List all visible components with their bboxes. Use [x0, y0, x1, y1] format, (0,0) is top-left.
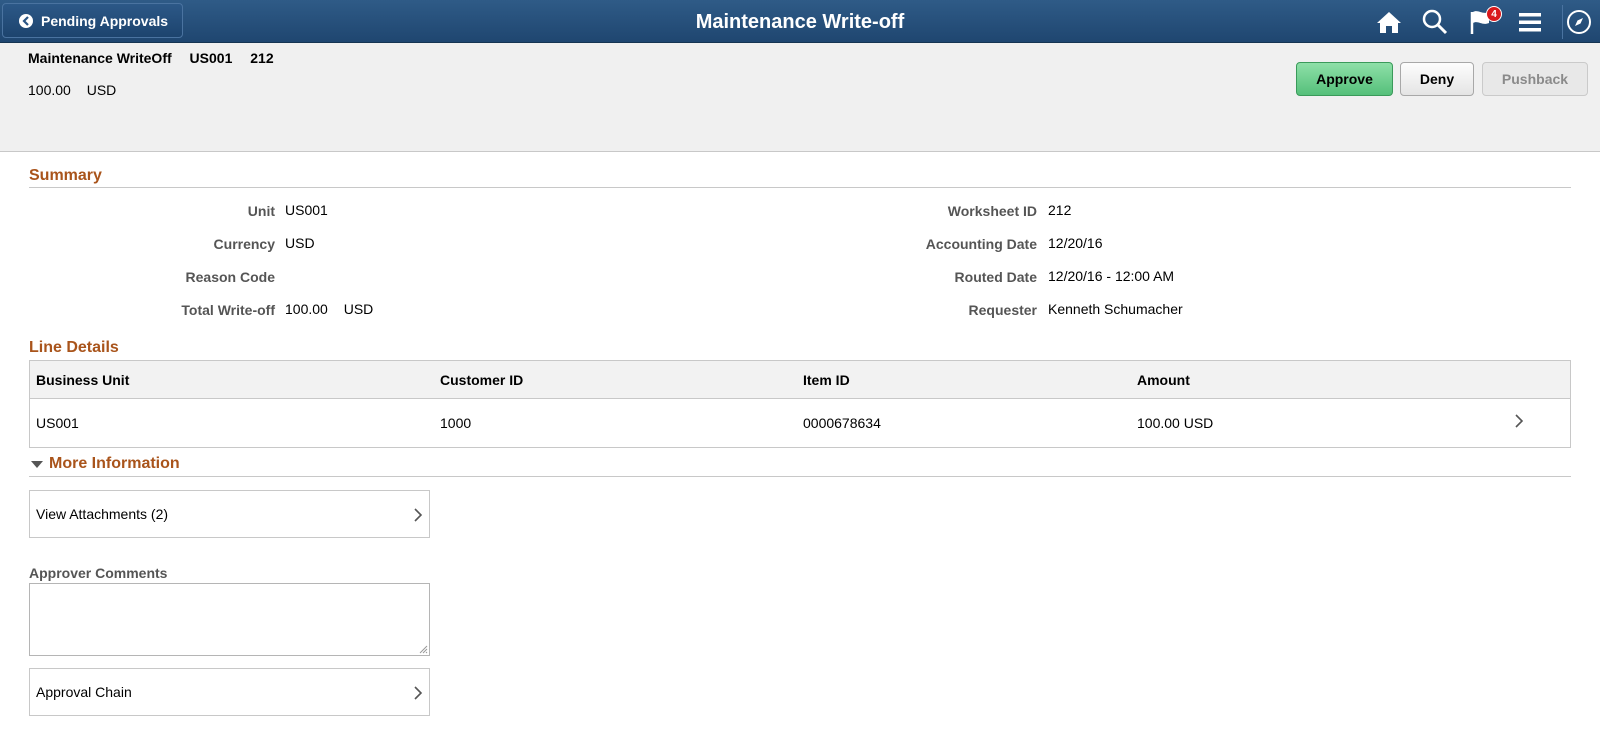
- summary-divider: [29, 187, 1571, 188]
- column-item-id: Item ID: [803, 372, 850, 388]
- column-amount: Amount: [1137, 372, 1190, 388]
- view-attachments-link[interactable]: View Attachments (2): [29, 490, 430, 538]
- total-writeoff-amount: 100.00: [285, 301, 328, 317]
- menu-icon[interactable]: [1516, 8, 1544, 36]
- page-title: Maintenance Write-off: [695, 11, 905, 33]
- view-attachments-label: View Attachments (2): [36, 506, 169, 522]
- cell-customer-id: 1000: [440, 415, 472, 431]
- document-amount: 100.00 USD: [28, 82, 128, 98]
- unit-value: US001: [285, 202, 328, 218]
- routed-date-label: Routed Date: [954, 269, 1037, 285]
- approver-comments-label: Approver Comments: [29, 565, 168, 581]
- search-icon[interactable]: [1420, 8, 1450, 36]
- total-writeoff-value: 100.00 USD: [285, 301, 385, 317]
- document-worksheet: 212: [250, 50, 274, 66]
- amount-currency: USD: [86, 82, 117, 98]
- document-unit: US001: [189, 50, 233, 66]
- deny-button[interactable]: Deny: [1400, 62, 1474, 96]
- approval-header-panel: Maintenance WriteOff US001 212 100.00 US…: [0, 43, 1600, 152]
- currency-label: Currency: [213, 236, 275, 252]
- cell-amount: 100.00 USD: [1137, 415, 1214, 431]
- back-button-label: Pending Approvals: [41, 12, 169, 29]
- approval-chain-label: Approval Chain: [36, 684, 132, 700]
- document-type: Maintenance WriteOff: [28, 50, 172, 66]
- notification-count-badge: 4: [1486, 6, 1502, 22]
- notifications-flag-icon[interactable]: 4: [1466, 6, 1502, 36]
- reason-code-label: Reason Code: [185, 269, 275, 285]
- more-info-divider: [29, 476, 1571, 477]
- back-pending-approvals-button[interactable]: Pending Approvals: [2, 3, 183, 38]
- accounting-date-value: 12/20/16: [1048, 235, 1103, 251]
- back-arrow-icon: [19, 13, 33, 28]
- triangle-down-icon: [31, 460, 43, 468]
- pushback-button[interactable]: Pushback: [1482, 62, 1588, 96]
- home-icon[interactable]: [1374, 8, 1404, 36]
- worksheet-id-label: Worksheet ID: [947, 203, 1037, 219]
- total-writeoff-label: Total Write-off: [181, 302, 275, 318]
- column-customer-id: Customer ID: [440, 372, 524, 388]
- worksheet-id-value: 212: [1048, 202, 1072, 218]
- chevron-right-icon: [413, 507, 423, 526]
- resize-grip-icon[interactable]: [419, 645, 428, 654]
- document-title: Maintenance WriteOff US001 212: [28, 50, 288, 66]
- unit-label: Unit: [247, 203, 275, 219]
- more-information-heading: More Information: [49, 455, 180, 472]
- routed-date-value: 12/20/16 - 12:00 AM: [1048, 268, 1175, 284]
- currency-value: USD: [285, 235, 315, 251]
- navbar-compass-icon[interactable]: [1562, 5, 1594, 39]
- approval-chain-link[interactable]: Approval Chain: [29, 668, 430, 716]
- more-information-toggle[interactable]: More Information: [29, 455, 180, 473]
- line-details-heading: Line Details: [29, 339, 119, 356]
- column-business-unit: Business Unit: [36, 372, 130, 388]
- grid-header-row: Business Unit Customer ID Item ID Amount: [30, 361, 1570, 399]
- cell-business-unit: US001: [36, 415, 79, 431]
- requester-value: Kenneth Schumacher: [1048, 301, 1183, 317]
- chevron-right-icon: [413, 685, 423, 704]
- amount-value: 100.00: [28, 82, 71, 98]
- chevron-right-icon: [1514, 413, 1524, 432]
- total-writeoff-currency: USD: [343, 301, 374, 317]
- accounting-date-label: Accounting Date: [925, 236, 1037, 252]
- approve-button[interactable]: Approve: [1296, 62, 1393, 96]
- summary-heading: Summary: [29, 167, 102, 184]
- approver-comments-field[interactable]: [29, 583, 430, 656]
- top-banner: Pending Approvals Maintenance Write-off …: [0, 0, 1600, 43]
- requester-label: Requester: [968, 302, 1037, 318]
- table-row[interactable]: US001 1000 0000678634 100.00 USD: [30, 399, 1570, 447]
- line-details-grid: Business Unit Customer ID Item ID Amount…: [29, 360, 1571, 448]
- cell-item-id: 0000678634: [803, 415, 881, 431]
